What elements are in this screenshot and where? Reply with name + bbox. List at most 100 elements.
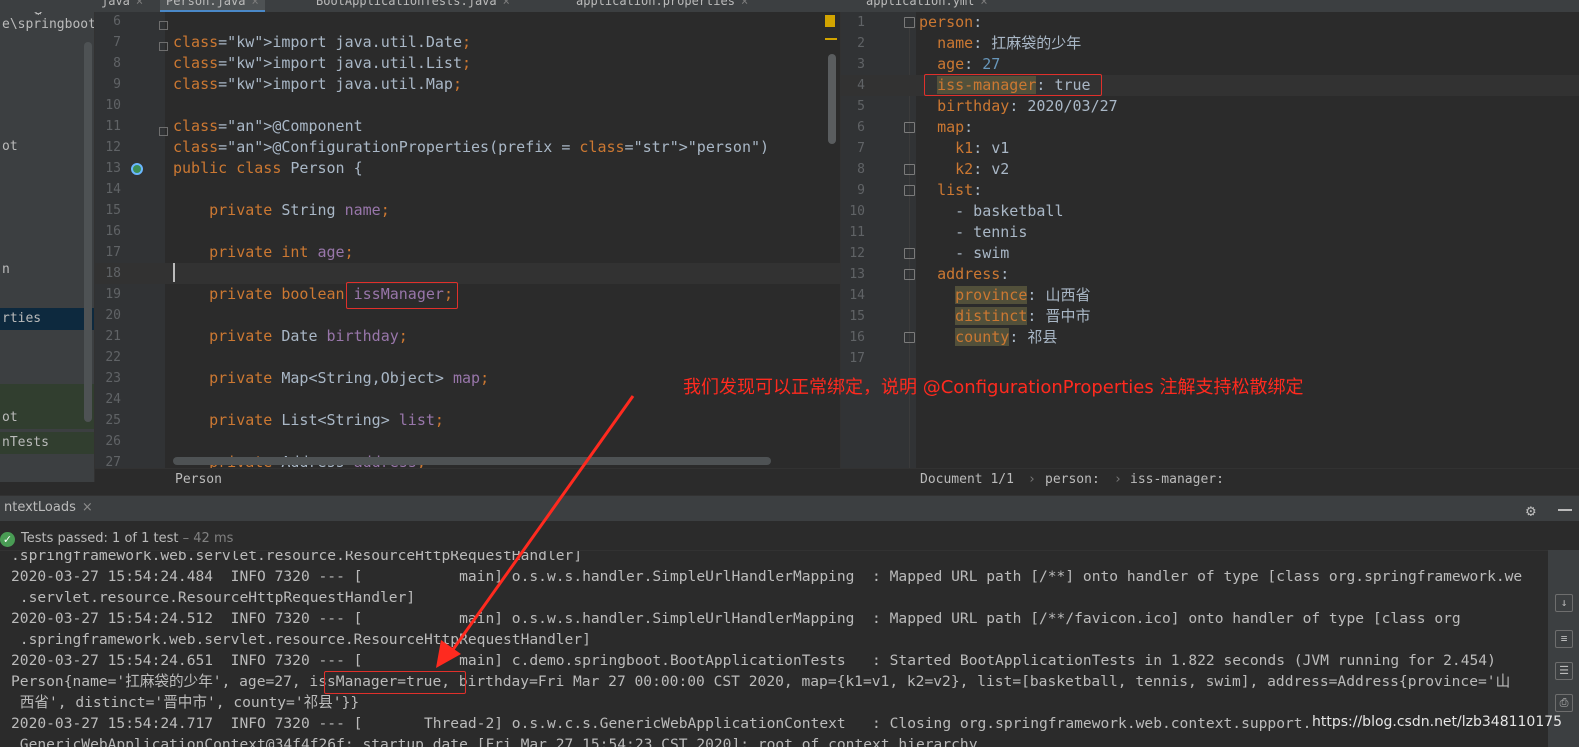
code-text: private List<String> list; <box>209 411 444 429</box>
sidebar-item-boot[interactable]: ot <box>0 407 94 429</box>
java-code-line[interactable]: 13 public class Person { <box>95 158 840 179</box>
fold-icon[interactable] <box>904 164 915 175</box>
java-vertical-scrollbar[interactable] <box>828 54 836 144</box>
tab-application-properties[interactable]: application.properties × <box>570 0 754 12</box>
close-icon[interactable]: × <box>136 0 143 8</box>
yaml-code-line[interactable]: 2 name: 扛麻袋的少年 <box>841 33 1579 54</box>
fold-icon[interactable] <box>904 17 915 28</box>
console-line: .springframework.web.servlet.resource.Re… <box>11 550 583 564</box>
yaml-code-line[interactable]: 9 list: <box>841 180 1579 201</box>
yaml-code-line[interactable]: 10 - basketball <box>841 201 1579 222</box>
breadcrumb-yaml-iss-manager[interactable]: iss-manager: <box>1130 472 1224 487</box>
yaml-code-line[interactable]: 6 map: <box>841 117 1579 138</box>
fold-icon[interactable] <box>904 185 915 196</box>
java-code-line[interactable]: 11 class="an">@Component <box>95 116 840 137</box>
java-code-line[interactable]: 17 private int age; <box>95 242 840 263</box>
sidebar-item-project-path[interactable]: e\springboot <box>0 14 94 36</box>
line-number: 19 <box>105 287 121 302</box>
gear-icon[interactable]: ⚙ <box>34 12 42 19</box>
java-code-line[interactable]: 22 <box>95 347 840 368</box>
fold-icon[interactable] <box>904 332 915 343</box>
wrap-icon[interactable]: ≡ <box>1555 630 1573 648</box>
yaml-code-line[interactable]: 5 birthday: 2020/03/27 <box>841 96 1579 117</box>
java-code-line[interactable]: 6 <box>95 12 840 32</box>
line-number: 17 <box>849 351 865 366</box>
java-code-line[interactable]: 26 <box>95 431 840 452</box>
sidebar-item[interactable]: n <box>0 259 94 281</box>
line-number: 1 <box>857 15 865 30</box>
line-number: 23 <box>105 371 121 386</box>
breadcrumb-yaml-person[interactable]: person: <box>1045 472 1100 487</box>
print-icon[interactable]: ⎙ <box>1555 694 1573 712</box>
sort-icon[interactable]: ☰ <box>1555 662 1573 680</box>
yaml-code-line[interactable]: 15 distinct: 晋中市 <box>841 306 1579 327</box>
java-code-line[interactable]: 20 <box>95 305 840 326</box>
tab-java[interactable]: java × <box>95 0 149 12</box>
breadcrumb-bar: Person Document 1/1 › person: › iss-mana… <box>95 468 1579 490</box>
yaml-code-line[interactable]: 17 <box>841 348 1579 369</box>
yaml-code-line[interactable]: 1 person: <box>841 12 1579 33</box>
tab-application-yml[interactable]: application.yml × <box>860 0 994 12</box>
warning-marker-icon[interactable] <box>825 15 835 27</box>
code-text: public class Person { <box>173 159 363 177</box>
minimize-icon[interactable] <box>1558 509 1572 511</box>
code-text: name: 扛麻袋的少年 <box>937 34 1082 52</box>
code-text: - swim <box>919 244 1010 262</box>
yaml-code-line[interactable]: 14 province: 山西省 <box>841 285 1579 306</box>
scroll-down-icon[interactable]: ↓ <box>1555 594 1573 612</box>
yaml-code-line[interactable]: 3 age: 27 <box>841 54 1579 75</box>
java-code-line[interactable]: 10 <box>95 95 840 116</box>
fold-icon[interactable] <box>904 248 915 259</box>
java-code-line[interactable]: 16 <box>95 221 840 242</box>
fold-icon[interactable] <box>159 42 168 51</box>
line-number: 25 <box>105 413 121 428</box>
test-status-bar: ✓ Tests passed: 1 of 1 test – 42 ms <box>0 528 1579 550</box>
fold-icon[interactable] <box>904 122 915 133</box>
close-icon[interactable]: × <box>82 500 93 515</box>
close-icon[interactable]: × <box>980 0 987 8</box>
java-code-line[interactable]: 7 class="kw">import java.util.Date; <box>95 32 840 53</box>
line-number: 10 <box>105 98 121 113</box>
java-code-line[interactable]: 14 <box>95 179 840 200</box>
java-code-line[interactable]: 21 private Date birthday; <box>95 326 840 347</box>
java-code-line[interactable]: 18 <box>95 263 840 284</box>
run-tab[interactable]: ntextLoads × <box>0 496 97 522</box>
close-icon[interactable]: × <box>741 0 748 8</box>
fold-icon[interactable] <box>904 269 915 280</box>
console-line: 2020-03-27 15:54:24.484 INFO 7320 --- [ … <box>11 568 1523 585</box>
yaml-code-line[interactable]: 13 address: <box>841 264 1579 285</box>
fold-icon[interactable] <box>159 127 168 136</box>
java-code-line[interactable]: 9 class="kw">import java.util.Map; <box>95 74 840 95</box>
java-code-line[interactable]: 19 private boolean issManager; <box>95 284 840 305</box>
java-code-line[interactable]: 12 class="an">@ConfigurationProperties(pr… <box>95 137 840 158</box>
sidebar-item[interactable]: ot <box>0 136 94 158</box>
yaml-code-line[interactable]: 7 k1: v1 <box>841 138 1579 159</box>
java-code-line[interactable]: 15 private String name; <box>95 200 840 221</box>
yaml-code-line[interactable]: 12 - swim <box>841 243 1579 264</box>
sidebar-item-selected[interactable]: rties <box>0 308 94 330</box>
sidebar-scrollbar[interactable] <box>84 42 92 422</box>
java-code-line[interactable]: 8 class="kw">import java.util.List; <box>95 53 840 74</box>
code-text: class="kw">import java.util.Date; <box>173 33 472 51</box>
close-icon[interactable]: × <box>503 0 510 8</box>
warning-stripe[interactable] <box>825 38 837 40</box>
gear-icon[interactable]: ⚙ <box>1526 501 1536 520</box>
java-editor[interactable]: 6 7 class="kw">import java.util.Date; 8 clas… <box>95 12 840 468</box>
yaml-code-line[interactable]: 16 county: 祁县 <box>841 327 1579 348</box>
tab-person-java[interactable]: Person.java × <box>160 0 265 12</box>
yaml-code-line[interactable]: 8 k2: v2 <box>841 159 1579 180</box>
spring-bean-icon[interactable] <box>131 163 143 175</box>
yaml-code-line[interactable]: 11 - tennis <box>841 222 1579 243</box>
fold-icon[interactable] <box>159 21 168 30</box>
code-text: county: 祁县 <box>955 328 1058 346</box>
breadcrumb-java[interactable]: Person <box>175 472 222 487</box>
breadcrumb-yaml-document[interactable]: Document 1/1 <box>920 472 1014 487</box>
java-horizontal-scrollbar[interactable] <box>173 457 771 465</box>
java-code-line[interactable]: 25 private List<String> list; <box>95 410 840 431</box>
code-text: - tennis <box>919 223 1028 241</box>
close-icon[interactable]: × <box>251 0 258 8</box>
sidebar-item-tests[interactable]: nTests <box>0 432 94 454</box>
code-text: class="kw">import java.util.Map; <box>173 75 462 93</box>
tab-boot-application-tests[interactable]: BootApplicationTests.java × <box>310 0 516 12</box>
code-text: k2: v2 <box>955 160 1010 178</box>
